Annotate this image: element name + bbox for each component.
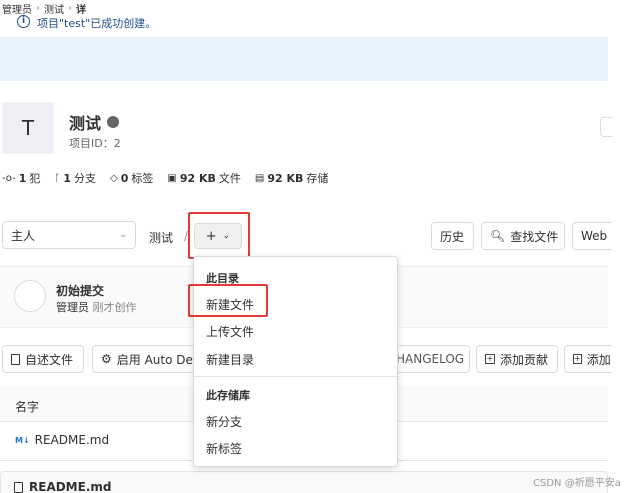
branch-selector[interactable]: 主人 ⌄ (2, 221, 136, 249)
menu-item-new-branch[interactable]: 新分支 (206, 413, 242, 430)
commit-title[interactable]: 初始提交 (56, 282, 104, 299)
add-box-icon: + (573, 354, 582, 364)
stat-branches[interactable]: ᚴ 1 分支 (54, 170, 96, 186)
column-name-header: 名字 (15, 400, 40, 414)
highlight-box (188, 284, 268, 317)
stat-tags[interactable]: ◇ 0 标签 (110, 170, 153, 186)
document-icon (14, 481, 23, 493)
stat-files[interactable]: ▣ 92 KB 文件 (167, 170, 241, 186)
readme-title: README.md (14, 480, 111, 493)
star-button[interactable] (600, 117, 612, 137)
project-avatar: T (2, 102, 54, 154)
chevron-down-icon: ⌄ (119, 230, 127, 240)
file-name[interactable]: README.md (35, 433, 109, 447)
menu-item-new-directory[interactable]: 新建目录 (206, 351, 254, 368)
add-readme-label: 自述文件 (25, 352, 74, 367)
commit-author: 管理员 刚才创作 (56, 299, 137, 315)
branch-name: 主人 (11, 228, 36, 243)
gear-icon: ⚙ (101, 352, 112, 366)
watermark: CSDN @祈愿平安a (533, 478, 621, 489)
auto-devops-label: 启用 Auto Dev (116, 352, 196, 367)
document-icon (11, 353, 20, 365)
breadcrumb-item-admin[interactable]: 管理员 (2, 1, 32, 16)
tag-icon: ◇ (110, 172, 118, 184)
commit-icon: -o- (2, 172, 16, 184)
add-readme-button[interactable]: 自述文件 (2, 345, 84, 373)
menu-item-new-tag[interactable]: 新标签 (206, 440, 242, 457)
add-contributing-button[interactable]: + 添加贡献 (476, 345, 558, 373)
add-more-label: 添加 (586, 352, 611, 367)
find-file-button[interactable]: 🔍︎ 查找文件 (481, 222, 565, 250)
breadcrumb-separator: › (68, 3, 72, 14)
repo-path[interactable]: 测试 (149, 229, 173, 246)
globe-icon (107, 116, 120, 128)
stat-commits[interactable]: -o- 1犯 (2, 170, 40, 186)
storage-icon: ▤ (254, 172, 265, 184)
highlight-box (188, 212, 250, 259)
divider (194, 376, 397, 377)
table-row[interactable]: M↓ README.md (15, 433, 109, 447)
project-stats: -o- 1犯 ᚴ 1 分支 ◇ 0 标签 ▣ 92 KB 文件 ▤ 92 KB 存储 (2, 170, 328, 186)
readme-filename: README.md (29, 480, 112, 493)
menu-item-upload-file[interactable]: 上传文件 (206, 323, 254, 340)
web-ide-button[interactable]: Web (572, 222, 612, 250)
add-more-button[interactable]: + 添加 (564, 345, 612, 373)
dropdown-section-header: 此存储库 (206, 389, 250, 402)
add-contributing-label: 添加贡献 (500, 352, 549, 367)
project-title: 测试 (69, 110, 120, 134)
search-icon: 🔍︎ (490, 229, 506, 243)
stat-storage[interactable]: ▤ 92 KB 存储 (255, 170, 329, 186)
history-button[interactable]: 历史 (431, 222, 474, 250)
breadcrumb-item-project[interactable]: 测试 (44, 1, 64, 16)
breadcrumb-item-current: 详 (76, 5, 86, 16)
info-icon: i (17, 15, 30, 28)
add-box-icon: + (485, 354, 495, 364)
project-id: 项目ID：2 (69, 137, 121, 150)
breadcrumb-separator: › (36, 3, 40, 14)
success-alert (0, 37, 608, 81)
find-file-label: 查找文件 (510, 229, 559, 244)
alert-message: 项目"test"已成功创建。 (37, 17, 157, 30)
project-name: 测试 (69, 114, 102, 133)
avatar[interactable] (14, 280, 46, 312)
markdown-icon: M↓ (15, 435, 30, 445)
add-changelog-button[interactable]: HANGELOG (396, 345, 470, 373)
commit-time: 刚才创作 (92, 301, 137, 314)
branch-icon: ᚴ (54, 172, 61, 184)
commit-author-name[interactable]: 管理员 (56, 301, 89, 314)
enable-auto-devops-button[interactable]: ⚙ 启用 Auto Dev (92, 345, 196, 373)
breadcrumb: 管理员 › 测试 › 详 (2, 1, 86, 16)
file-icon: ▣ (167, 172, 177, 184)
